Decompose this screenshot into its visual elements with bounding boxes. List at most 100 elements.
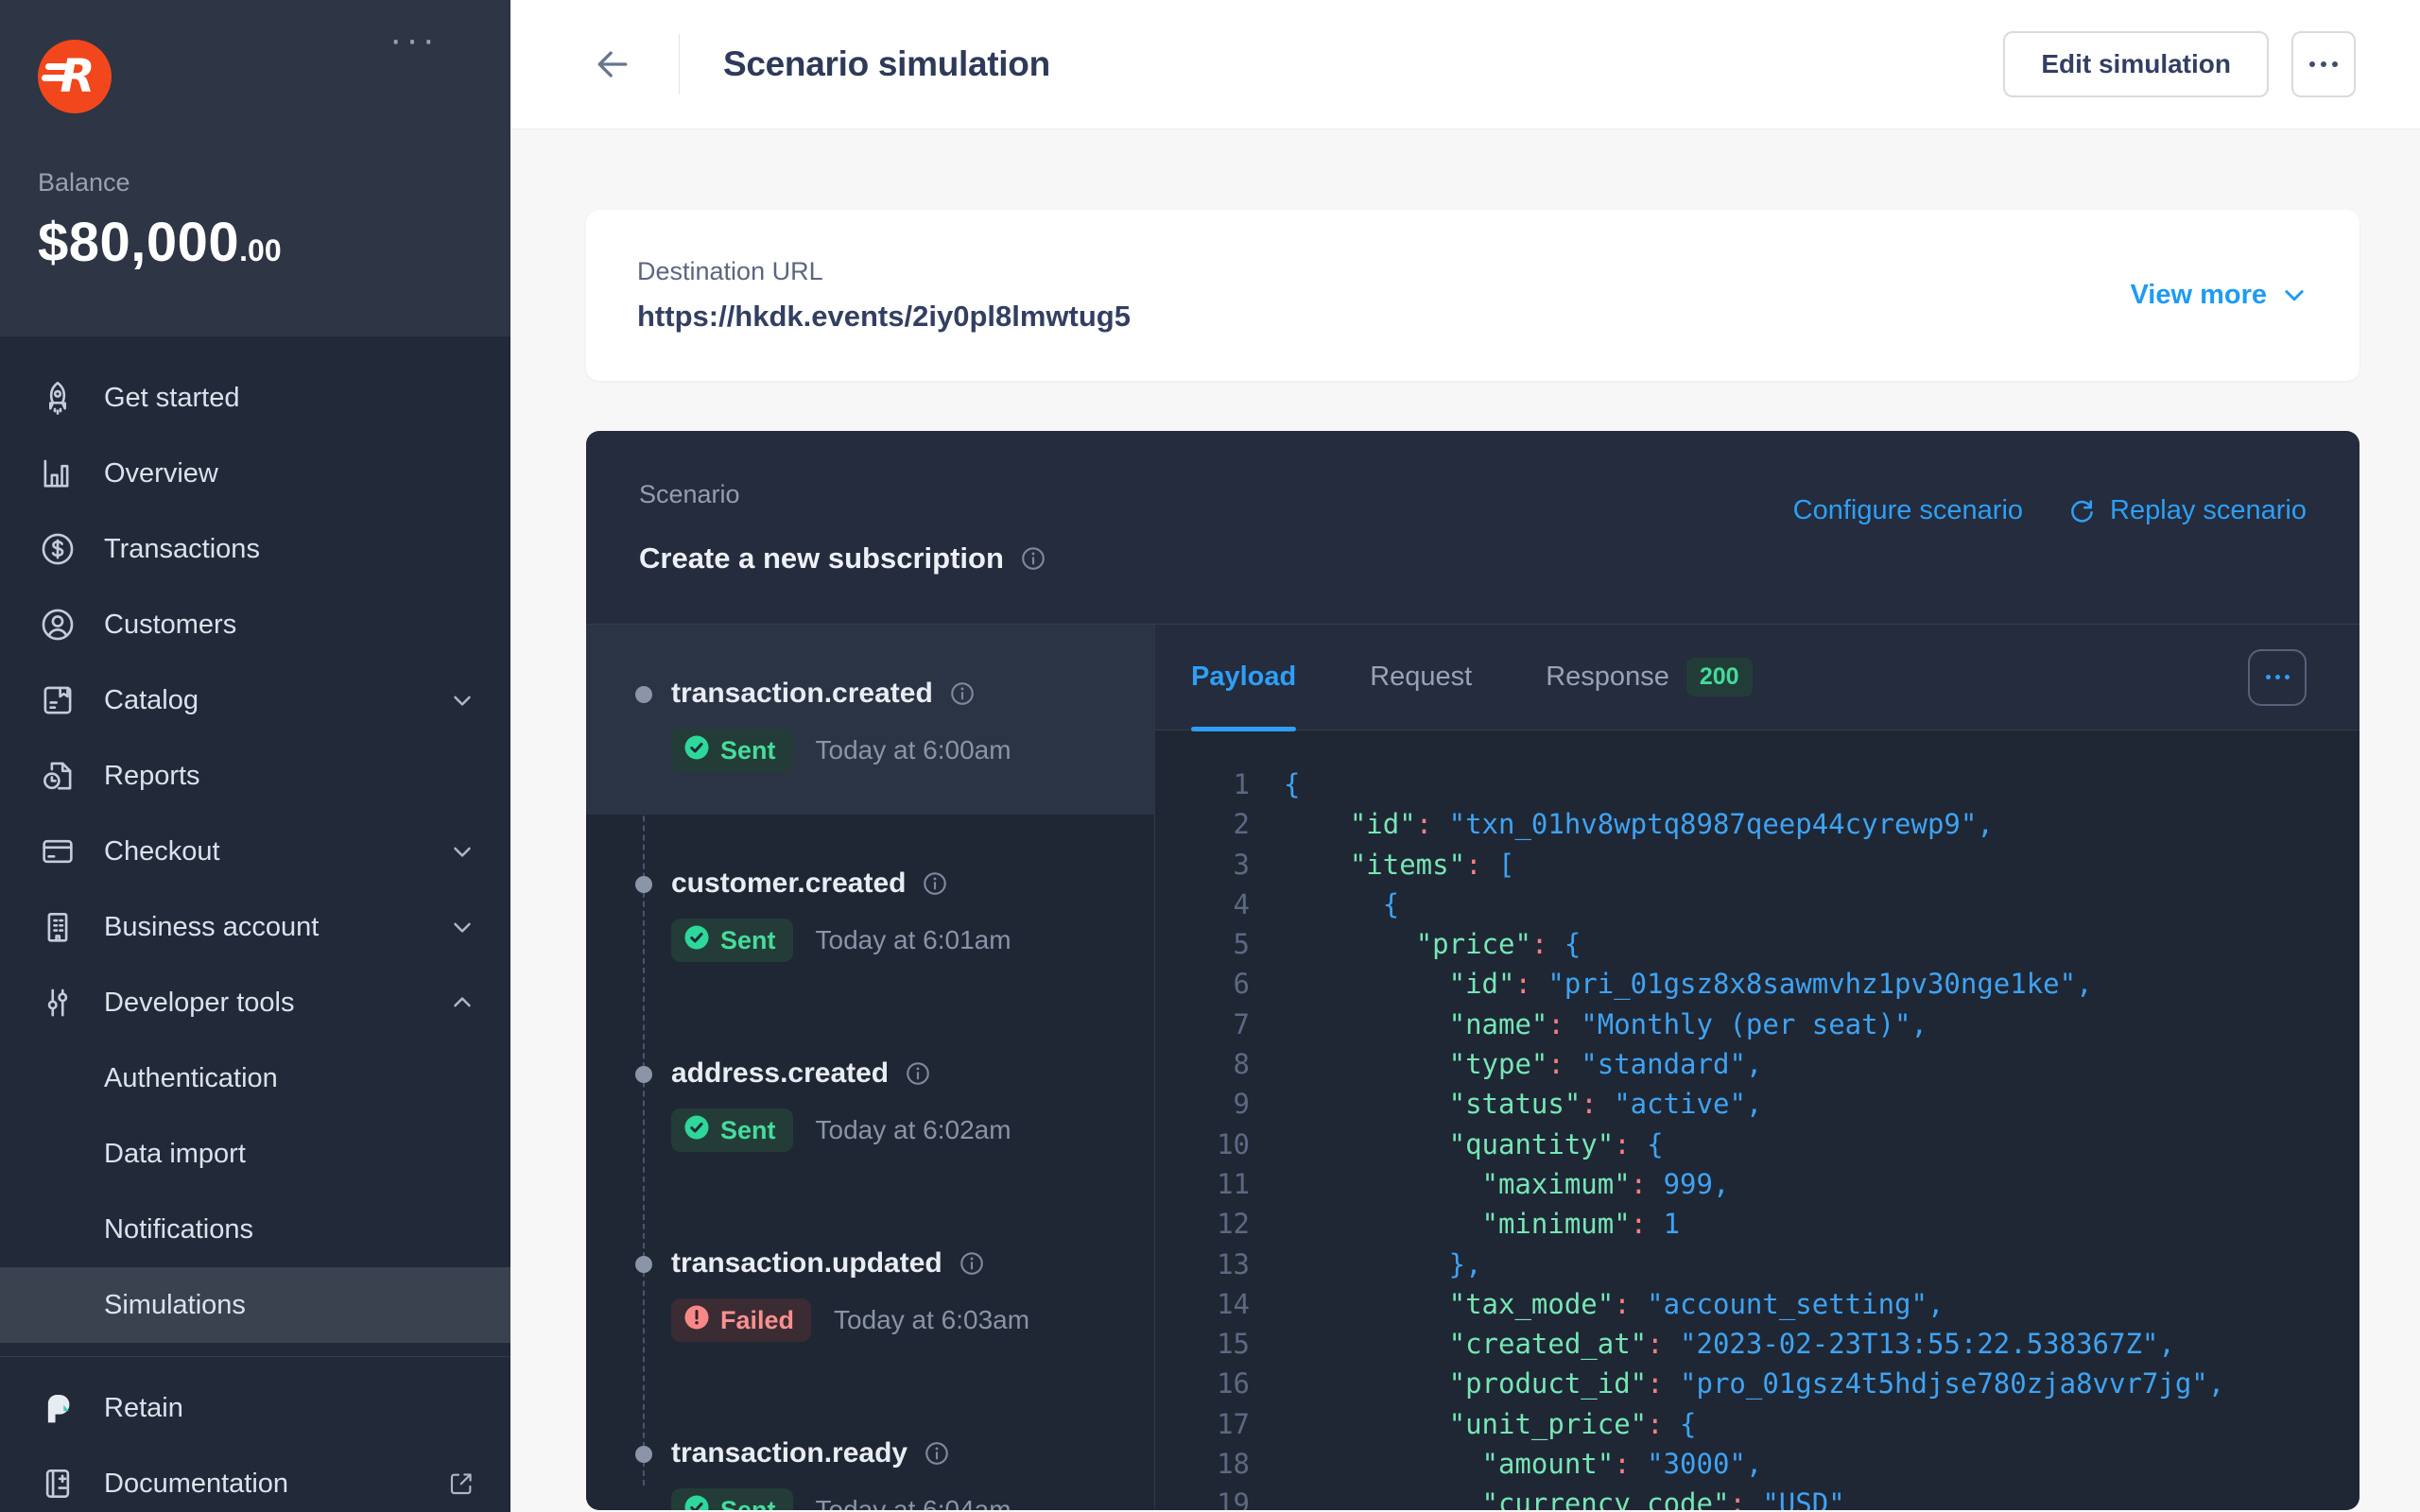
event-name: customer.created [671,868,906,900]
event-name: address.created [671,1057,889,1090]
sidebar-item-retain[interactable]: Retain [0,1370,510,1446]
code-text: "name": "Monthly (per seat)", [1284,1005,1927,1044]
replay-scenario-label: Replay scenario [2110,495,2307,526]
header-more-button[interactable] [2291,31,2356,97]
chevron-down-icon [448,913,476,941]
code-line: 1{ [1191,765,2341,804]
info-icon[interactable] [1019,544,1047,573]
code-line: 13 }, [1191,1245,2341,1284]
status-badge-sent: Sent [671,1488,793,1510]
configure-scenario-label: Configure scenario [1793,495,2023,526]
info-icon[interactable] [904,1059,932,1088]
chevron-up-icon [448,988,476,1017]
sidebar-item-authentication[interactable]: Authentication [0,1040,510,1116]
event-item-transaction-created[interactable]: transaction.createdSentToday at 6:00am [586,625,1154,815]
info-icon[interactable] [923,1439,951,1468]
destination-url-value: https://hkdk.events/2iy0pl8lmwtug5 [637,300,1131,334]
sidebar-item-label: Retain [104,1393,183,1424]
back-button[interactable] [590,42,635,87]
scenario-header: Scenario Create a new subscription Confi… [586,431,2360,625]
sidebar-item-reports[interactable]: Reports [0,738,510,814]
status-badge-label: Sent [720,1496,776,1511]
sidebar-item-label: Catalog [104,685,199,716]
event-item-address-created[interactable]: address.createdSentToday at 6:02am [586,1005,1154,1194]
code-line: 2 "id": "txn_01hv8wptq8987qeep44cyrewp9"… [1191,804,2341,844]
payload-more-button[interactable] [2248,649,2307,706]
line-number: 17 [1191,1404,1250,1444]
code-text: "currency_code": "USD" [1284,1484,1845,1510]
line-number: 12 [1191,1204,1250,1244]
status-badge-label: Sent [720,926,776,955]
status-badge-label: Sent [720,1116,776,1145]
sidebar-item-overview[interactable]: Overview [0,436,510,511]
destination-card: Destination URL https://hkdk.events/2iy0… [586,210,2360,381]
external-link-icon [446,1469,476,1499]
code-line: 9 "status": "active", [1191,1084,2341,1124]
balance-value: $80,000 .00 [38,211,473,274]
line-number: 1 [1191,765,1250,804]
line-number: 15 [1191,1324,1250,1364]
alert-circle-icon [683,1303,711,1338]
sidebar-item-documentation[interactable]: Documentation [0,1446,510,1512]
sidebar-item-catalog[interactable]: Catalog [0,662,510,738]
chevron-down-icon [448,686,476,714]
info-icon[interactable] [921,869,949,898]
sidebar-item-simulations[interactable]: Simulations [0,1267,510,1343]
sidebar-item-customers[interactable]: Customers [0,587,510,662]
edit-simulation-button[interactable]: Edit simulation [2003,31,2269,97]
event-item-transaction-ready[interactable]: transaction.ready Sent Today at 6:04am [586,1384,1154,1510]
info-icon[interactable] [958,1249,986,1278]
chart-icon [38,454,78,493]
line-number: 19 [1191,1484,1250,1510]
event-timestamp: Today at 6:04am [816,1495,1011,1510]
code-line: 8 "type": "standard", [1191,1044,2341,1084]
view-more-button[interactable]: View more [2130,280,2308,311]
sidebar-item-label: Notifications [104,1214,253,1246]
check-circle-icon [683,1493,711,1511]
view-more-label: View more [2130,280,2267,311]
line-number: 5 [1191,924,1250,964]
sidebar-item-label: Data import [104,1139,246,1170]
sidebar-item-business-account[interactable]: Business account [0,889,510,965]
sidebar-item-get-started[interactable]: Get started [0,360,510,436]
sidebar-item-developer-tools[interactable]: Developer tools [0,965,510,1040]
code-line: 7 "name": "Monthly (per seat)", [1191,1005,2341,1044]
status-badge-failed: Failed [671,1298,811,1342]
timeline-dot [635,1446,652,1463]
event-item-customer-created[interactable]: customer.createdSentToday at 6:01am [586,815,1154,1005]
replay-scenario-link[interactable]: Replay scenario [2066,495,2307,526]
code-line: 17 "unit_price": { [1191,1404,2341,1444]
balance-cents: .00 [239,233,281,268]
scenario-title: Create a new subscription [639,541,1004,576]
user-icon [38,605,78,644]
event-name: transaction.ready [671,1437,908,1469]
code-text: "unit_price": { [1284,1404,1697,1444]
header-divider [679,34,680,94]
status-badge-sent: Sent [671,919,793,962]
tab-request[interactable]: Request [1370,625,1472,730]
timeline-dot [635,686,652,703]
event-name: transaction.created [671,678,933,710]
sidebar-menu-ellipsis-icon[interactable]: ··· [389,21,439,59]
sidebar-item-label: Developer tools [104,988,295,1019]
sidebar-item-notifications[interactable]: Notifications [0,1192,510,1267]
tab-payload[interactable]: Payload [1191,625,1296,730]
sidebar-item-transactions[interactable]: Transactions [0,511,510,587]
info-icon[interactable] [948,679,977,708]
scenario-label: Scenario [639,480,1047,509]
payload-code-area[interactable]: 1{2 "id": "txn_01hv8wptq8987qeep44cyrewp… [1155,730,2360,1510]
code-line: 15 "created_at": "2023-02-23T13:55:22.53… [1191,1324,2341,1364]
configure-scenario-link[interactable]: Configure scenario [1793,495,2023,526]
tab-response[interactable]: Response 200 [1546,625,1752,730]
line-number: 4 [1191,885,1250,924]
line-number: 7 [1191,1005,1250,1044]
sidebar-item-checkout[interactable]: Checkout [0,814,510,889]
code-text: "maximum": 999, [1284,1164,1729,1204]
sidebar-item-data-import[interactable]: Data import [0,1116,510,1192]
code-line: 4 { [1191,885,2341,924]
code-text: "minimum": 1 [1284,1204,1680,1244]
scenario-card: Scenario Create a new subscription Confi… [586,431,2360,1510]
sidebar-item-label: Business account [104,912,319,943]
event-item-transaction-updated[interactable]: transaction.updatedFailedToday at 6:03am [586,1194,1154,1384]
line-number: 2 [1191,804,1250,844]
